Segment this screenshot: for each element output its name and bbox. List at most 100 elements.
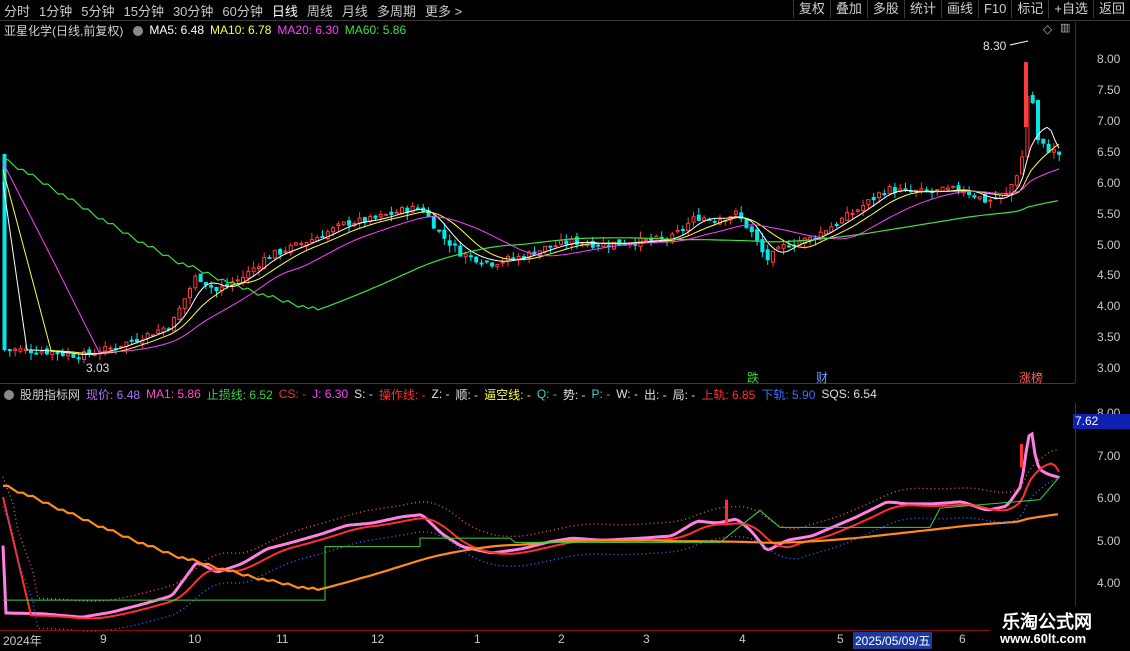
candle-body <box>548 245 553 248</box>
ma10-line <box>2 143 1060 354</box>
candle-body <box>283 250 288 253</box>
candle-body <box>988 199 993 202</box>
candle-body <box>1051 149 1056 153</box>
candle-body <box>903 188 908 191</box>
candle-body <box>29 350 33 354</box>
date-tick: 9 <box>100 632 107 646</box>
candle-body <box>866 199 871 206</box>
candle-body <box>850 212 855 216</box>
candle-body <box>251 267 256 273</box>
candle-body <box>188 288 192 299</box>
candle-body <box>431 215 436 229</box>
candle-body <box>553 245 558 248</box>
ma5-line <box>2 126 1060 356</box>
date-tick: 4 <box>739 632 746 646</box>
candle-body <box>776 246 781 250</box>
candle-body <box>66 352 71 357</box>
candle-body <box>246 270 251 279</box>
candle-body <box>198 273 203 283</box>
date-tick: 3 <box>643 632 650 646</box>
candle-body <box>172 316 177 332</box>
candle-body <box>225 284 230 287</box>
indicator-stop-line <box>3 475 1061 601</box>
candle-body <box>765 249 770 261</box>
candle-body <box>882 193 887 196</box>
candle-body <box>272 249 277 259</box>
candle-body <box>447 240 452 246</box>
candle-body <box>394 211 399 214</box>
indicator-signal-bar <box>725 499 728 526</box>
candle-body <box>945 187 950 191</box>
candle-body <box>951 185 956 188</box>
candle-body <box>294 242 298 246</box>
candle-body <box>1057 151 1062 155</box>
candle-body <box>278 248 283 255</box>
candle-body <box>39 350 44 354</box>
candle-body <box>357 217 362 224</box>
candle-body <box>389 211 394 215</box>
candle-body <box>484 260 489 263</box>
candle-body <box>659 236 664 239</box>
candle-body <box>1014 175 1019 186</box>
candle-body <box>733 210 738 215</box>
candle-body <box>919 188 924 192</box>
candle-body <box>755 229 760 242</box>
indicator-price-line <box>1 431 1060 619</box>
candle-body <box>559 239 563 245</box>
candle-body <box>855 209 860 212</box>
cursor-date-label: 2025/05/09/五 <box>853 632 933 649</box>
candle-body <box>871 197 876 201</box>
indicator-trend-line <box>3 484 1059 592</box>
candle-body <box>479 262 484 265</box>
candle-body <box>824 230 828 235</box>
candle-body <box>235 279 240 282</box>
candle-body <box>749 226 754 233</box>
candle-body <box>495 264 500 268</box>
candle-body <box>156 329 161 334</box>
candle-body <box>771 250 775 263</box>
candle-body <box>267 256 272 259</box>
spike-candle <box>1024 62 1028 127</box>
candle-body <box>373 215 378 219</box>
candle-body <box>887 186 892 195</box>
candle-body <box>643 238 648 241</box>
candle-body <box>1030 95 1035 104</box>
indicator-ma1-line <box>2 462 1060 620</box>
candle-body <box>696 214 701 221</box>
candle-body <box>177 307 182 320</box>
candle-body <box>516 256 521 260</box>
candle-body <box>453 243 457 246</box>
candle-body <box>744 217 749 229</box>
candle-body <box>490 262 495 267</box>
candle-body <box>468 255 473 258</box>
candle-body <box>309 238 314 243</box>
candle-body <box>712 220 717 223</box>
candle-body <box>331 227 336 233</box>
candle-body <box>474 256 479 263</box>
date-tick: 2024年 <box>3 634 42 648</box>
date-tick: 6 <box>959 632 966 646</box>
date-axis: 2024年 9 10 11 12 1 2 3 4 5 6 2025/05/09/… <box>0 630 1075 651</box>
candle-body <box>580 243 585 246</box>
candle-body <box>834 224 839 227</box>
candle-body <box>596 244 601 247</box>
candle-body <box>103 346 108 352</box>
candle-body <box>320 235 325 238</box>
candle-body <box>972 195 977 198</box>
candle-body <box>135 339 139 343</box>
candle-body <box>55 351 60 355</box>
candle-body <box>129 339 134 342</box>
candle-body <box>44 348 49 355</box>
date-tick: 12 <box>371 632 385 646</box>
candle-body <box>415 207 420 210</box>
candle-body <box>378 213 383 218</box>
candle-body <box>845 212 850 221</box>
date-tick: 5 <box>837 632 844 646</box>
candle-body <box>1041 138 1046 144</box>
indicator-signal-bar <box>1020 444 1023 468</box>
candle-body <box>564 240 569 245</box>
kline-chart[interactable] <box>0 0 1130 650</box>
candle-body <box>108 347 113 350</box>
candle-body <box>214 286 219 292</box>
candle-body <box>463 253 468 258</box>
